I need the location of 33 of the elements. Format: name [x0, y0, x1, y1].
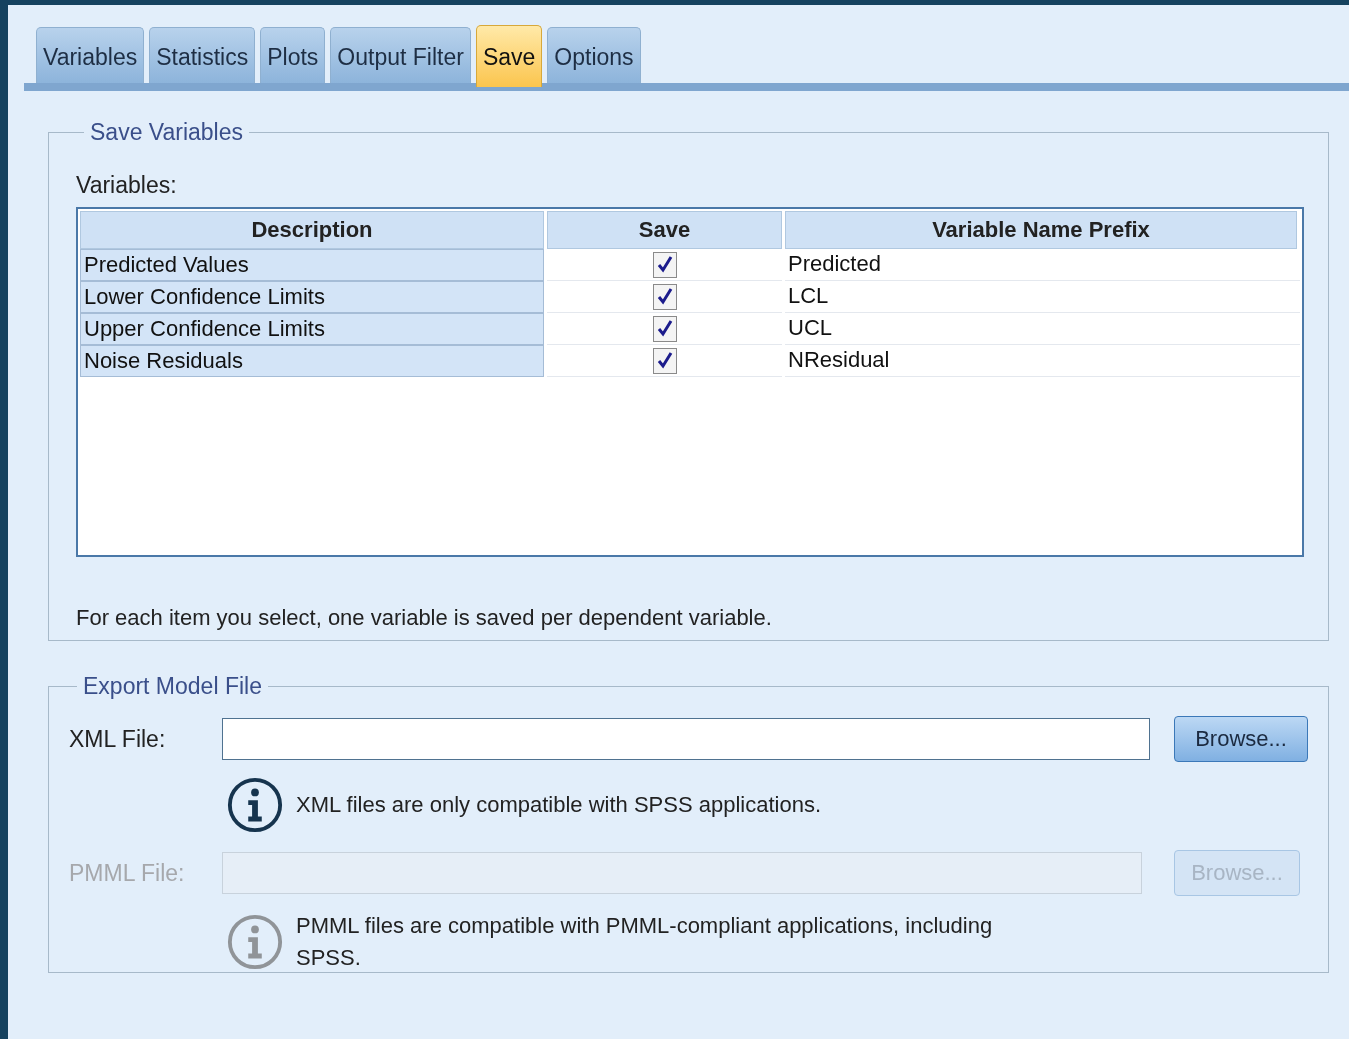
- table-cell: UCL: [785, 313, 1300, 345]
- table-cell: Upper Confidence Limits: [80, 313, 544, 345]
- tab[interactable]: Statistics: [149, 27, 256, 83]
- browse-button[interactable]: Browse...: [1174, 716, 1308, 762]
- table-cell: LCL: [785, 281, 1300, 313]
- checkbox[interactable]: [652, 347, 677, 374]
- checkbox[interactable]: [652, 251, 677, 278]
- table-cell: Predicted: [785, 249, 1300, 281]
- field-label: XML File:: [69, 725, 167, 753]
- checkbox[interactable]: [652, 283, 677, 310]
- column-header: Save: [547, 211, 782, 249]
- file-path-field[interactable]: [222, 718, 1150, 760]
- tab[interactable]: Plots: [260, 27, 326, 83]
- checkbox[interactable]: [652, 315, 677, 342]
- table-cell: Noise Residuals: [80, 345, 544, 377]
- column-header: Description: [80, 211, 544, 249]
- info-text: XML files are only compatible with SPSS applications.: [296, 791, 821, 819]
- table-cell: Lower Confidence Limits: [80, 281, 544, 313]
- tab[interactable]: Save: [475, 25, 543, 87]
- tab[interactable]: Output Filter: [330, 27, 471, 83]
- group-title: Export Model File: [82, 673, 263, 700]
- tab[interactable]: Variables: [36, 27, 145, 83]
- info-text: PMML files are compatible with PMML-compliant applications, including SPSS.: [296, 912, 994, 972]
- variables-label: Variables:: [76, 172, 178, 199]
- column-header: Variable Name Prefix: [785, 211, 1297, 249]
- field-label: PMML File:: [69, 859, 186, 887]
- table-cell: NResidual: [785, 345, 1300, 377]
- group-title: Save Variables: [89, 119, 244, 146]
- table-cell: Predicted Values: [80, 249, 544, 281]
- note-text: For each item you select, one variable is saved per dependent variable.: [76, 605, 773, 631]
- info-icon: [226, 776, 284, 834]
- tab[interactable]: Options: [547, 27, 641, 83]
- info-icon: [226, 913, 284, 971]
